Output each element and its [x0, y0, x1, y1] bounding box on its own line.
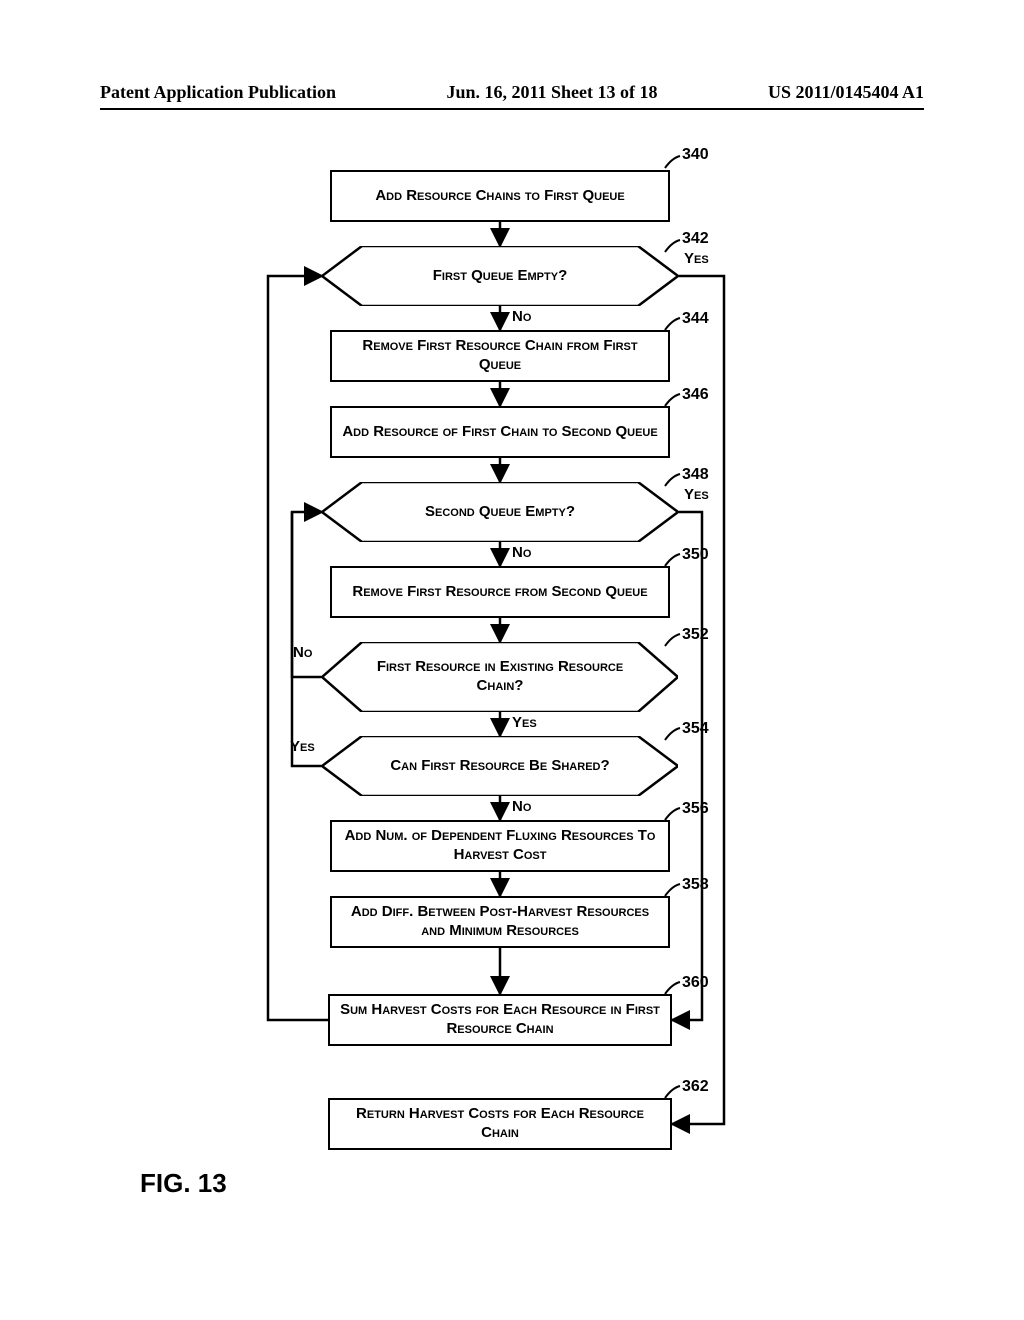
ref-340: 340	[682, 146, 709, 164]
ref-358: 358	[682, 876, 709, 894]
node-text: Remove First Resource Chain from First Q…	[340, 337, 660, 375]
header-center: Jun. 16, 2011 Sheet 13 of 18	[446, 82, 657, 103]
process-remove-first-chain: Remove First Resource Chain from First Q…	[330, 330, 670, 382]
header-right: US 2011/0145404 A1	[768, 82, 924, 103]
node-text: First Resource in Existing Resource Chai…	[362, 658, 638, 696]
process-sum-harvest-costs: Sum Harvest Costs for Each Resource in F…	[328, 994, 672, 1046]
node-text: Add Resource of First Chain to Second Qu…	[342, 423, 657, 442]
process-add-dependent-fluxing: Add Num. of Dependent Fluxing Resources …	[330, 820, 670, 872]
ref-344: 344	[682, 310, 709, 328]
node-text: Add Resource Chains to First Queue	[375, 187, 624, 206]
decision-second-queue-empty: Second Queue Empty?	[322, 482, 678, 542]
header-rule	[100, 108, 924, 110]
label-354-no: No	[512, 798, 531, 815]
decision-can-resource-be-shared: Can First Resource Be Shared?	[322, 736, 678, 796]
label-348-no: No	[512, 544, 531, 561]
process-add-resource-second-queue: Add Resource of First Chain to Second Qu…	[330, 406, 670, 458]
process-add-diff-post-harvest: Add Diff. Between Post-Harvest Resources…	[330, 896, 670, 948]
label-352-no: No	[293, 644, 312, 661]
ref-342: 342	[682, 230, 709, 248]
node-text: Add Num. of Dependent Fluxing Resources …	[340, 827, 660, 865]
node-text: Can First Resource Be Shared?	[390, 757, 609, 776]
ref-350: 350	[682, 546, 709, 564]
label-342-no: No	[512, 308, 531, 325]
ref-362: 362	[682, 1078, 709, 1096]
decision-first-resource-in-chain: First Resource in Existing Resource Chai…	[322, 642, 678, 712]
node-text: Add Diff. Between Post-Harvest Resources…	[340, 903, 660, 941]
node-text: First Queue Empty?	[433, 267, 568, 286]
decision-first-queue-empty: First Queue Empty?	[322, 246, 678, 306]
ref-346: 346	[682, 386, 709, 404]
ref-352: 352	[682, 626, 709, 644]
ref-356: 356	[682, 800, 709, 818]
node-text: Second Queue Empty?	[425, 503, 575, 522]
process-return-harvest-costs: Return Harvest Costs for Each Resource C…	[328, 1098, 672, 1150]
ref-348: 348	[682, 466, 709, 484]
process-add-chains-first-queue: Add Resource Chains to First Queue	[330, 170, 670, 222]
label-342-yes: Yes	[684, 250, 709, 267]
process-remove-first-resource: Remove First Resource from Second Queue	[330, 566, 670, 618]
ref-354: 354	[682, 720, 709, 738]
page-header: Patent Application Publication Jun. 16, …	[100, 82, 924, 103]
ref-360: 360	[682, 974, 709, 992]
figure-label: FIG. 13	[140, 1168, 227, 1199]
label-348-yes: Yes	[684, 486, 709, 503]
node-text: Remove First Resource from Second Queue	[352, 583, 647, 602]
header-left: Patent Application Publication	[100, 82, 336, 103]
node-text: Return Harvest Costs for Each Resource C…	[338, 1105, 662, 1143]
label-354-yes: Yes	[290, 738, 315, 755]
node-text: Sum Harvest Costs for Each Resource in F…	[338, 1001, 662, 1039]
label-352-yes: Yes	[512, 714, 537, 731]
